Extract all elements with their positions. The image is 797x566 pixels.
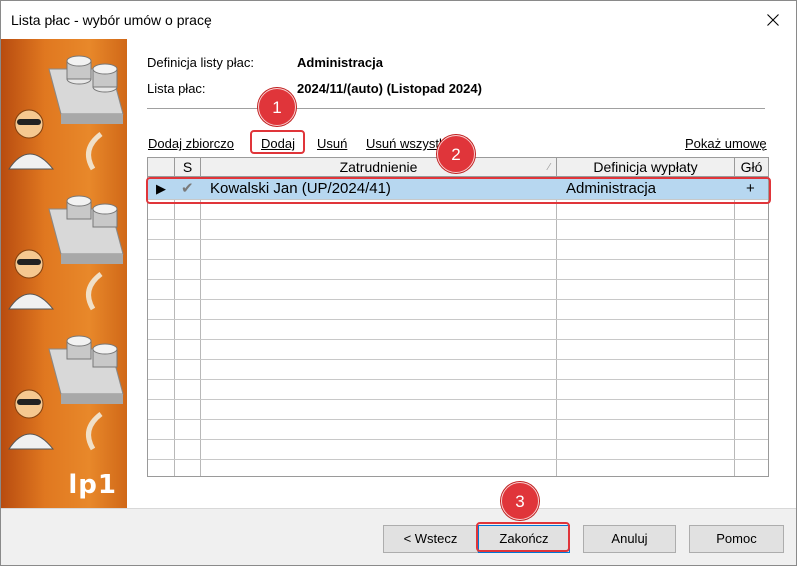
step-badge-2: 2 bbox=[437, 135, 475, 173]
step-badge-3: 3 bbox=[501, 482, 539, 520]
highlight-finish bbox=[476, 522, 570, 552]
back-button[interactable]: < Wstecz bbox=[383, 525, 478, 553]
separator bbox=[147, 108, 765, 109]
add-bulk-link[interactable]: Dodaj zbiorczo bbox=[148, 136, 234, 151]
highlight-add bbox=[250, 130, 305, 154]
title-bar: Lista płac - wybór umów o pracę bbox=[1, 1, 796, 39]
header-definition[interactable]: Definicja wypłaty bbox=[557, 158, 735, 177]
coin-tray-icon bbox=[48, 55, 124, 124]
header-indicator bbox=[148, 158, 175, 177]
highlight-row bbox=[146, 177, 771, 204]
header-employment[interactable]: Zatrudnienie ⁄ bbox=[201, 158, 557, 177]
sort-indicator-icon: ⁄ bbox=[548, 162, 550, 173]
dialog-window: Lista płac - wybór umów o pracę lp1 Defi… bbox=[0, 0, 797, 566]
header-status[interactable]: S bbox=[175, 158, 201, 177]
button-bar: < Wstecz Zakończ Anuluj Pomoc bbox=[1, 508, 796, 565]
sidebar-illustration bbox=[8, 55, 124, 451]
close-button[interactable] bbox=[750, 1, 796, 39]
wizard-sidebar: lp1 bbox=[1, 39, 127, 508]
wizard-content: Definicja listy płac: Administracja List… bbox=[127, 39, 796, 508]
remove-link[interactable]: Usuń bbox=[317, 136, 347, 151]
cancel-button[interactable]: Anuluj bbox=[583, 525, 676, 553]
header-main[interactable]: Głó bbox=[735, 158, 768, 177]
definition-label: Definicja listy płac: bbox=[147, 55, 254, 70]
person-icon bbox=[8, 109, 55, 170]
payroll-value: 2024/11/(auto) (Listopad 2024) bbox=[297, 81, 482, 96]
contracts-grid[interactable]: S Zatrudnienie ⁄ Definicja wypłaty Głó ▶… bbox=[147, 157, 769, 477]
help-button[interactable]: Pomoc bbox=[689, 525, 784, 553]
arrow-icon bbox=[86, 132, 103, 171]
close-icon bbox=[767, 14, 779, 26]
window-title: Lista płac - wybór umów o pracę bbox=[11, 12, 212, 28]
show-contract-link[interactable]: Pokaż umowę bbox=[685, 136, 767, 151]
step-badge-1: 1 bbox=[258, 88, 296, 126]
definition-value: Administracja bbox=[297, 55, 383, 70]
sidebar-logo-text: lp1 bbox=[68, 470, 117, 500]
